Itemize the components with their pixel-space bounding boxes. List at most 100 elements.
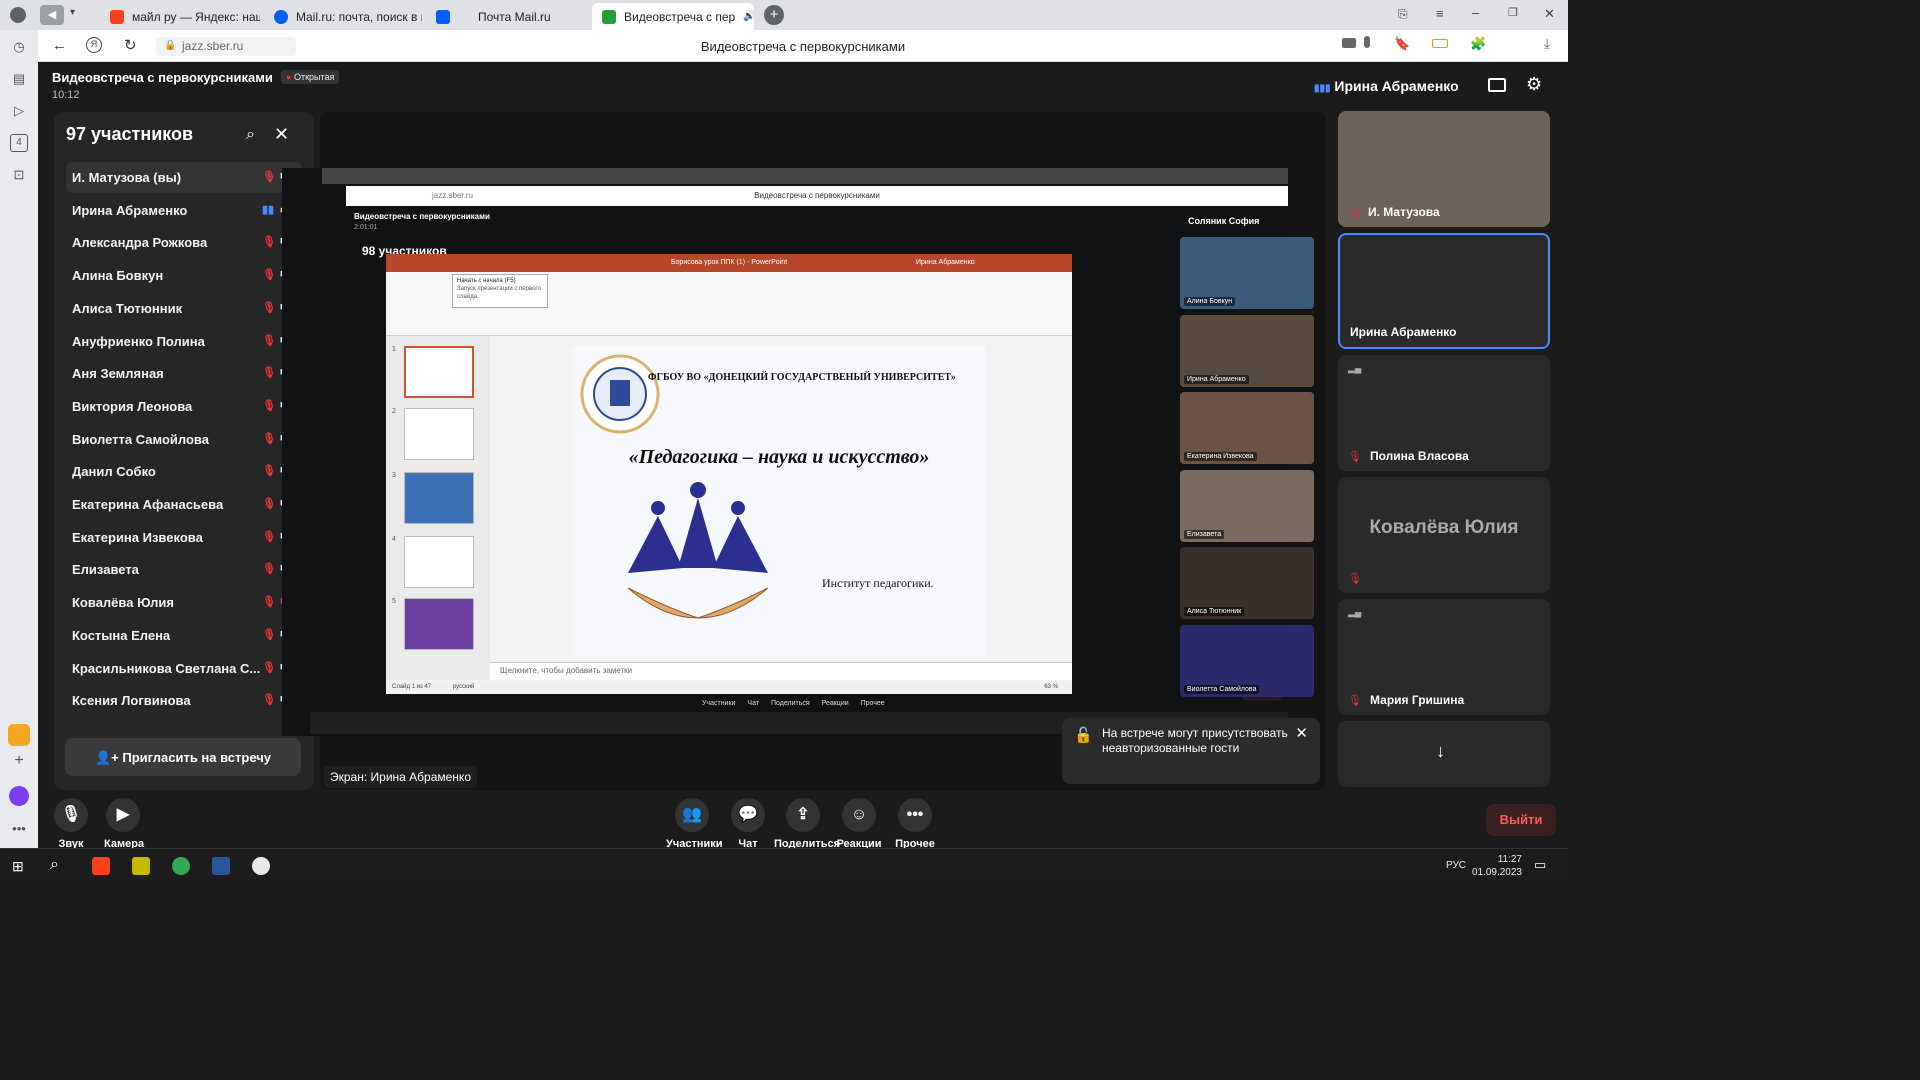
search-icon[interactable]: ⌕ [50, 856, 59, 874]
mic-permission-icon[interactable] [1364, 36, 1370, 48]
video-tile[interactable]: 🎙 И. Матузова [1338, 111, 1550, 227]
restore-icon[interactable]: ❐ [1508, 6, 1518, 19]
sound-button[interactable]: 🎙 Звук [54, 798, 88, 850]
participant-row[interactable]: И. Матузова (вы)🎙■ [66, 162, 302, 193]
participant-row[interactable]: Костына Елена🎙■ [66, 620, 302, 651]
tab-mailru-mail[interactable]: Почта Mail.ru [426, 3, 588, 30]
participant-row[interactable]: Данил Собко🎙■ [66, 456, 302, 487]
participant-row[interactable]: Екатерина Афанасьева🎙■ [66, 489, 302, 520]
app-icon[interactable] [132, 857, 150, 875]
participant-name: Екатерина Извекова [72, 529, 203, 545]
taskbar-clock[interactable]: 11:27 01.09.2023 [1472, 853, 1522, 879]
tab-yandex[interactable]: майл ру — Яндекс: нашло [100, 3, 260, 30]
profile-icon[interactable] [10, 7, 26, 23]
tab-jazz-meeting[interactable]: Видеовстреча с пер 🔊 ✕ [592, 3, 754, 30]
mic-muted-icon: 🎙 [262, 334, 276, 347]
extensions-icon[interactable]: 🧩 [1470, 36, 1486, 52]
chrome-icon[interactable] [172, 857, 190, 875]
tabs-counter-icon[interactable]: 4 [10, 134, 28, 152]
zen-icon[interactable] [8, 724, 30, 746]
more-button[interactable]: ••• Прочее [894, 798, 936, 850]
tab-sound-icon[interactable]: ◀ [40, 5, 64, 25]
participant-row[interactable]: Елизавета🎙■ [66, 554, 302, 585]
participant-row[interactable]: Красильникова Светлана С...🎙■ [66, 653, 302, 684]
tab-dropdown-icon[interactable]: ▾ [70, 7, 75, 18]
tooltip-title: Начать с начала (F5) [457, 278, 516, 284]
invite-button[interactable]: 👤+ Пригласить на встречу [65, 738, 301, 776]
close-icon[interactable]: ✕ [1295, 726, 1308, 741]
share-button[interactable]: ⇪ Поделиться [774, 798, 840, 850]
video-name: Мария Гришина [1370, 693, 1465, 707]
camera-button[interactable]: ▶ Камера [104, 798, 144, 850]
layout-icon[interactable] [1488, 78, 1506, 92]
camera-permission-icon[interactable] [1342, 38, 1356, 48]
screenshot-icon[interactable]: ⊡ [10, 166, 28, 184]
reactions-button[interactable]: ☺ Реакции [836, 798, 882, 850]
current-slide[interactable]: ФГБОУ ВО «ДОНЕЦКИЙ ГОСУДАРСТВЕНЫЙ УНИВЕР… [572, 346, 986, 656]
history-icon[interactable]: ◷ [10, 38, 28, 56]
participant-row[interactable]: Ксения Логвинова🎙■ [66, 685, 302, 716]
participant-row[interactable]: Екатерина Извекова🎙■ [66, 522, 302, 553]
more-icon[interactable]: ••• [10, 820, 28, 838]
bookmark-icon[interactable]: 🔖 [1394, 36, 1410, 52]
video-tile[interactable]: ▂▄ 🎙 Мария Гришина [1338, 599, 1550, 715]
yandex-browser-icon[interactable] [92, 857, 110, 875]
battery-icon[interactable] [1432, 39, 1448, 48]
status-slide: Слайд 1 из 47 [392, 684, 432, 690]
yandex-icon[interactable] [252, 857, 270, 875]
participant-row[interactable]: Ирина Абраменко▮▮▭ [66, 195, 302, 226]
video-icon[interactable]: ▷ [10, 102, 28, 120]
video-tile[interactable]: ▂▄ 🎙 Полина Власова [1338, 355, 1550, 471]
video-tile[interactable]: Ковалёва Юлия 🎙 [1338, 477, 1550, 593]
slide-title: «Педагогика – наука и искусство» [628, 446, 930, 468]
gear-icon[interactable]: ⚙ [1526, 74, 1542, 95]
mic-muted-icon: 🎙 [1348, 573, 1362, 585]
alice-icon[interactable] [9, 786, 29, 806]
slide-thumb[interactable] [404, 598, 474, 650]
participant-row[interactable]: Аня Земляная🎙■ [66, 358, 302, 389]
search-icon[interactable]: ⌕ [246, 126, 255, 144]
slide-thumbnails: 1 2 3 4 5 [386, 336, 490, 680]
participants-button[interactable]: 👥 Участники [666, 798, 723, 850]
scroll-down-tile[interactable]: ↓ [1338, 721, 1550, 787]
chat-button[interactable]: 💬 Чат [730, 798, 766, 850]
new-tab-button[interactable]: + [764, 5, 784, 25]
windows-start-icon[interactable]: ⊞ [12, 858, 24, 875]
slide-thumb[interactable] [404, 472, 474, 524]
participant-row[interactable]: Виолетта Самойлова🎙■ [66, 424, 302, 455]
video-tile-active[interactable]: Ирина Абраменко [1338, 233, 1550, 349]
close-window-icon[interactable]: ✕ [1544, 6, 1555, 22]
slide-thumb[interactable] [404, 408, 474, 460]
tab-mailru-search[interactable]: Mail.ru: почта, поиск в ин [264, 3, 422, 30]
shared-ctl: Участники [702, 700, 736, 707]
shared-page-title: Видеовстреча с первокурсниками [754, 191, 880, 200]
leave-button[interactable]: Выйти [1486, 804, 1556, 836]
participant-row[interactable]: Алина Бовкун🎙■ [66, 260, 302, 291]
windows-taskbar: ⊞ ⌕ РУС 11:27 01.09.2023 ▭ [0, 848, 1568, 882]
participant-name: И. Матузова (вы) [72, 170, 182, 185]
unlock-icon: 🔓 [1074, 727, 1093, 744]
notifications-icon[interactable]: ▭ [1534, 857, 1546, 873]
minimize-icon[interactable]: – [1472, 5, 1479, 20]
notes-field[interactable]: Щелкните, чтобы добавить заметки [490, 662, 1072, 680]
add-panel-icon[interactable]: + [10, 752, 28, 770]
slide-header: ФГБОУ ВО «ДОНЕЦКИЙ ГОСУДАРСТВЕНЫЙ УНИВЕР… [648, 372, 956, 383]
menu-icon[interactable]: ≡ [1436, 6, 1444, 21]
shared-address-bar: jazz.sber.ru Видеовстреча с первокурсник… [346, 186, 1288, 206]
collections-icon[interactable]: ▤ [10, 70, 28, 88]
close-icon[interactable]: ✕ [274, 124, 289, 145]
bookmarks-icon[interactable]: ⎘ [1398, 7, 1408, 22]
downloads-icon[interactable]: ⤓ [1544, 35, 1550, 52]
slide-thumb[interactable] [404, 536, 474, 588]
shared-ctl: Поделиться [770, 700, 810, 707]
shared-tab-bar [322, 168, 1288, 184]
participant-row[interactable]: Алиса Тютюнник🎙■ [66, 293, 302, 324]
participant-row[interactable]: Александра Рожкова🎙■ [66, 227, 302, 258]
word-icon[interactable] [212, 857, 230, 875]
language-indicator[interactable]: РУС [1446, 860, 1466, 871]
participant-name: Александра Рожкова [72, 235, 208, 251]
slide-thumb[interactable] [404, 346, 474, 398]
participant-row[interactable]: Виктория Леонова🎙■ [66, 391, 302, 422]
participant-row[interactable]: Ануфриенко Полина🎙■ [66, 326, 302, 357]
participant-row[interactable]: Ковалёва Юлия🎙■ [66, 587, 302, 618]
